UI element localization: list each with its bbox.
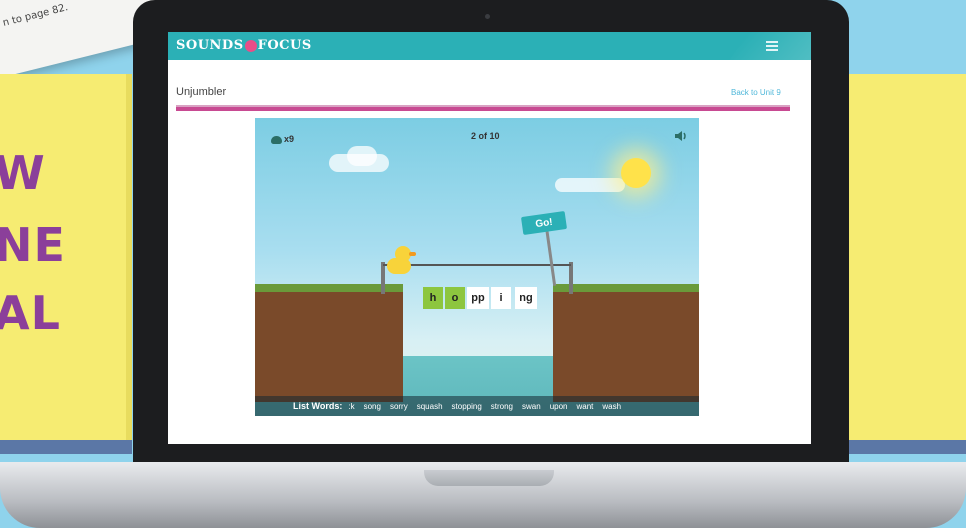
go-button[interactable]: Go!: [520, 211, 568, 235]
sign-pole: [544, 226, 557, 286]
letter-tile[interactable]: h: [423, 287, 443, 309]
letter-tile[interactable]: pp: [467, 287, 489, 309]
hamburger-menu-icon[interactable]: [766, 41, 778, 51]
logo-text-left: SOUNDS: [176, 38, 244, 53]
title-divider: [176, 107, 790, 111]
question-progress: 2 of 10: [471, 131, 500, 141]
list-word[interactable]: sorry: [390, 402, 408, 411]
list-word[interactable]: swan: [522, 402, 541, 411]
list-word[interactable]: :k: [348, 402, 354, 411]
list-word[interactable]: stopping: [452, 402, 482, 411]
logo-badge-icon: [244, 39, 257, 52]
list-words: :k song sorry squash stopping strong swan upon w…: [348, 402, 621, 411]
sun: [621, 158, 651, 188]
promo-line-3: AL: [0, 286, 61, 340]
duck-lives-counter: x9: [271, 134, 294, 144]
site-logo[interactable]: SOUNDS FOCUS: [176, 38, 312, 53]
cliff-left: [255, 284, 403, 402]
list-word[interactable]: song: [364, 402, 381, 411]
webcam-icon: [485, 14, 490, 19]
letter-tile[interactable]: o: [445, 287, 465, 309]
bridge-post-right: [569, 262, 573, 294]
cliff-right: [553, 284, 699, 402]
site-header: SOUNDS FOCUS: [168, 32, 811, 60]
laptop-notch: [424, 470, 554, 486]
list-word[interactable]: wash: [602, 402, 621, 411]
speaker-icon[interactable]: [674, 130, 688, 142]
list-word[interactable]: want: [576, 402, 593, 411]
promo-line-2: NE: [0, 218, 66, 272]
duck-count-value: x9: [284, 134, 295, 144]
logo-text-right: FOCUS: [257, 38, 312, 53]
page-title: Unjumbler: [176, 86, 227, 98]
letter-tile[interactable]: ng: [515, 287, 537, 309]
duck-icon: [271, 135, 282, 144]
promo-line-1: W: [0, 146, 46, 200]
back-to-unit-link[interactable]: Back to Unit 9: [731, 88, 781, 97]
unjumbler-game[interactable]: x9 2 of 10 Go! h o pp i ng List Words: :k son…: [255, 118, 699, 416]
list-word[interactable]: squash: [417, 402, 443, 411]
list-word[interactable]: strong: [491, 402, 513, 411]
laptop-screen: SOUNDS FOCUS Unjumbler Back to Unit 9 x9 …: [168, 32, 811, 444]
list-word[interactable]: upon: [550, 402, 568, 411]
letter-tile[interactable]: i: [491, 287, 511, 309]
promo-panel-right: [846, 74, 966, 454]
list-words-bar: List Words: :k song sorry squash stopping str…: [255, 396, 699, 416]
cloud: [555, 178, 625, 192]
promo-panel-left: W NE AL: [0, 74, 132, 454]
promo-stripe-right: [846, 440, 966, 454]
duck-beak: [409, 252, 416, 256]
duck-character: [385, 246, 416, 276]
list-words-label: List Words:: [293, 401, 343, 411]
promo-stripe-left: [0, 440, 132, 454]
cloud: [347, 146, 377, 166]
